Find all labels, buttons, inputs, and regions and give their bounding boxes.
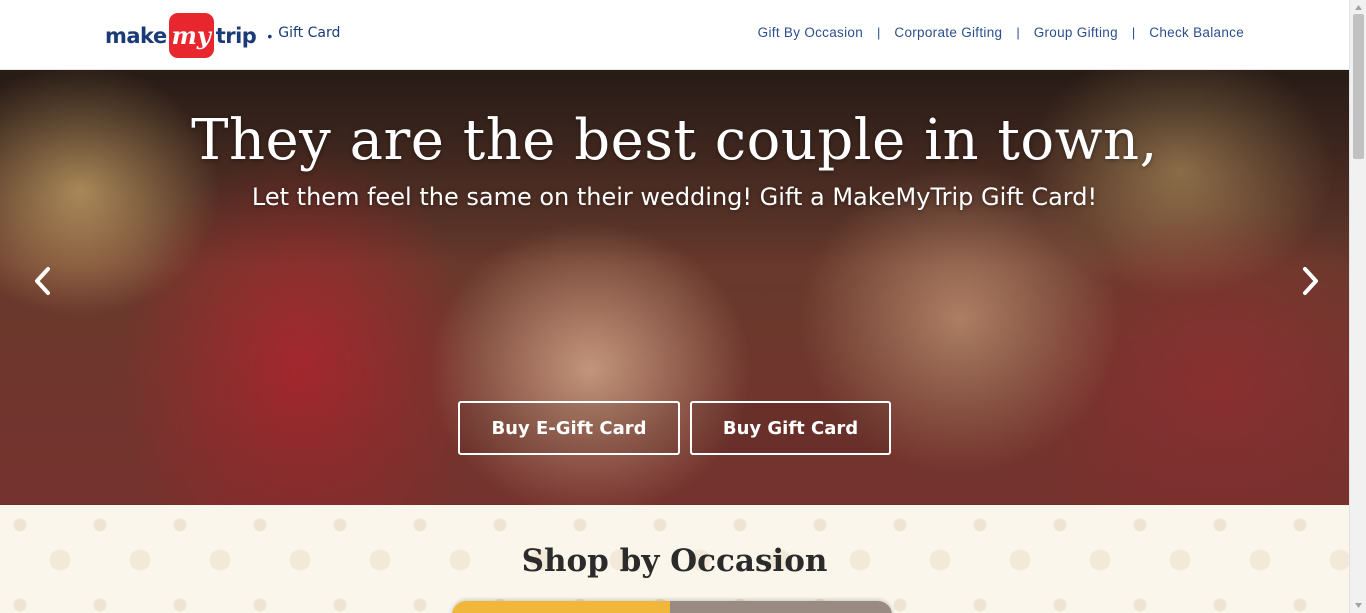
occasion-card-image[interactable] bbox=[452, 601, 670, 613]
scroll-thumb[interactable] bbox=[1353, 14, 1364, 159]
nav-separator: | bbox=[1131, 25, 1136, 40]
scroll-down-arrow-icon[interactable] bbox=[1354, 601, 1363, 610]
top-nav: Gift By Occasion | Corporate Gifting | G… bbox=[758, 25, 1244, 40]
nav-group-gifting[interactable]: Group Gifting bbox=[1034, 25, 1118, 40]
hero-title: They are the best couple in town, bbox=[191, 108, 1158, 173]
buy-e-gift-card-button[interactable]: Buy E-Gift Card bbox=[458, 401, 680, 455]
occasion-card-carousel[interactable] bbox=[452, 601, 892, 613]
nav-separator: | bbox=[877, 25, 881, 40]
chevron-right-icon bbox=[1303, 267, 1318, 295]
nav-check-balance[interactable]: Check Balance bbox=[1149, 25, 1244, 40]
occasion-card-image[interactable] bbox=[670, 601, 892, 613]
nav-gift-by-occasion[interactable]: Gift By Occasion bbox=[758, 25, 863, 40]
buy-gift-card-button[interactable]: Buy Gift Card bbox=[690, 401, 891, 455]
logo-gift-card-label: Gift Card bbox=[278, 24, 341, 41]
nav-separator: | bbox=[1016, 25, 1020, 40]
site-header: make my trip • Gift Card Gift By Occasio… bbox=[0, 0, 1349, 70]
page-scrollbar[interactable] bbox=[1349, 0, 1366, 613]
carousel-prev-button[interactable] bbox=[27, 263, 57, 299]
hero-subtitle: Let them feel the same on their wedding!… bbox=[251, 183, 1098, 211]
logo-my-badge: my bbox=[168, 13, 214, 58]
logo-make-text: make bbox=[105, 23, 167, 48]
logo-dot: • bbox=[267, 27, 273, 44]
makemytrip-logo[interactable]: make my trip • Gift Card bbox=[105, 13, 340, 58]
shop-by-occasion-section: Shop by Occasion bbox=[0, 505, 1349, 613]
nav-corporate-gifting[interactable]: Corporate Gifting bbox=[894, 25, 1002, 40]
carousel-next-button[interactable] bbox=[1296, 263, 1326, 299]
hero-carousel: They are the best couple in town, Let th… bbox=[0, 70, 1349, 505]
logo-trip-text: trip bbox=[215, 23, 257, 48]
section-title: Shop by Occasion bbox=[521, 543, 828, 579]
chevron-left-icon bbox=[35, 267, 50, 295]
scroll-up-arrow-icon[interactable] bbox=[1354, 3, 1363, 12]
